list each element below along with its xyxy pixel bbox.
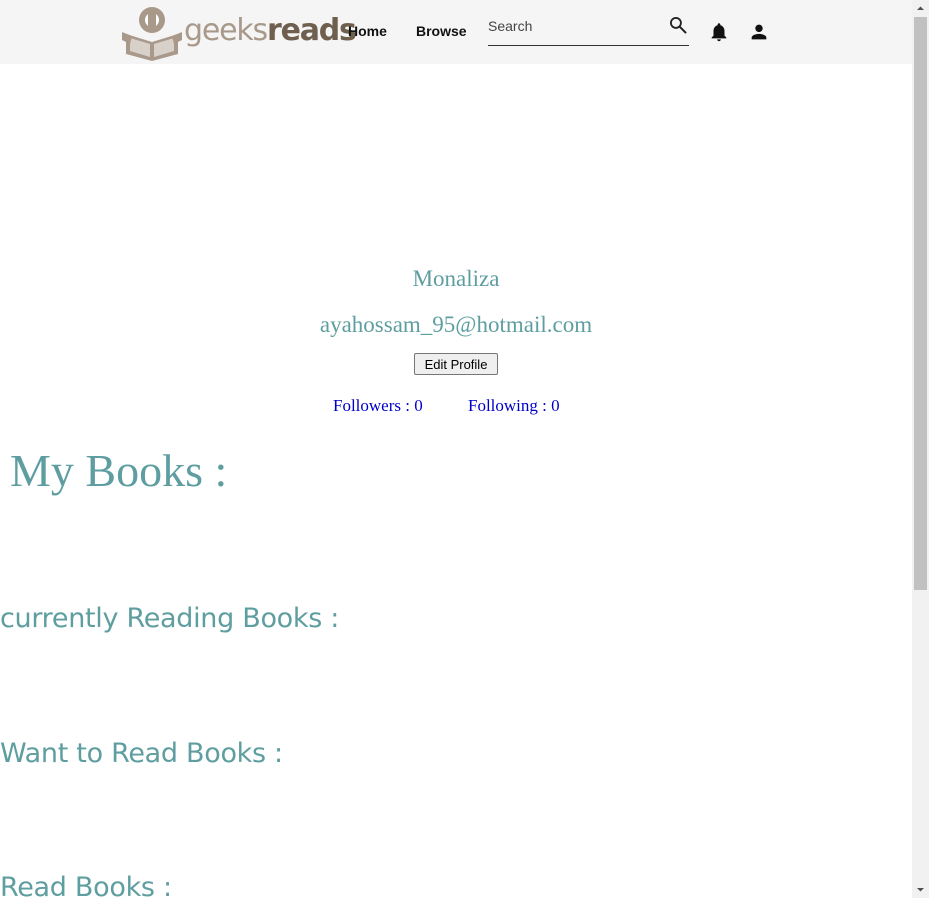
search-icon[interactable]: [668, 15, 688, 35]
vertical-scrollbar[interactable]: [912, 0, 929, 898]
search-input[interactable]: [488, 14, 658, 38]
scroll-up-arrow-icon[interactable]: [912, 0, 929, 17]
nav-browse-link[interactable]: Browse: [416, 22, 467, 40]
currently-reading-heading: currently Reading Books :: [0, 603, 340, 634]
search-bar: [488, 14, 689, 46]
following-link[interactable]: Following : 0: [468, 396, 560, 416]
logo-wordmark: geeksreads: [184, 13, 357, 48]
scrollbar-thumb[interactable]: [914, 17, 927, 590]
scroll-down-arrow-icon[interactable]: [912, 881, 929, 898]
logo[interactable]: geeksreads: [122, 4, 357, 62]
want-to-read-heading: Want to Read Books :: [0, 738, 283, 769]
profile-email: ayahossam_95@hotmail.com: [319, 312, 593, 337]
followers-link[interactable]: Followers : 0: [333, 396, 423, 416]
person-icon[interactable]: [748, 21, 770, 43]
bell-icon[interactable]: [708, 21, 730, 43]
navbar: geeksreads Home Browse: [0, 0, 912, 64]
book-bulb-logo-icon: [122, 7, 182, 61]
nav-home-link[interactable]: Home: [348, 22, 387, 40]
edit-profile-button[interactable]: Edit Profile: [414, 353, 498, 375]
profile-name: Monaliza: [412, 266, 500, 291]
my-books-heading: My Books :: [10, 445, 228, 496]
page: geeksreads Home Browse Monaliza ayahossa…: [0, 0, 912, 898]
logo-text-reads: reads: [266, 13, 357, 48]
logo-text-geeks: geeks: [184, 13, 268, 48]
read-books-heading: Read Books :: [0, 872, 172, 898]
